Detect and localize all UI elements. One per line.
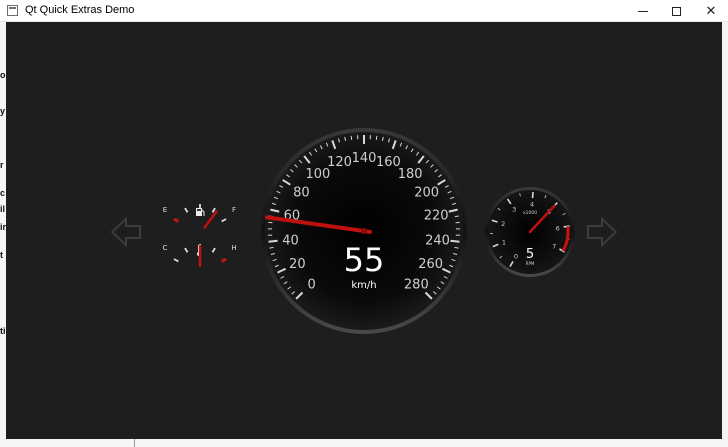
background-window-right (722, 22, 728, 447)
background-text-fragment: t (0, 250, 3, 260)
speed-tick-label: 200 (414, 186, 439, 201)
speed-minor-tick (375, 135, 378, 140)
gauge-tick (184, 207, 189, 213)
temperature-gauge: C H (163, 244, 237, 268)
previous-button[interactable] (110, 216, 141, 248)
background-text-fragment: ti (0, 326, 6, 336)
arrow-left-icon (110, 216, 141, 248)
fuel-empty-label: E (163, 206, 167, 214)
gauge-tick (184, 247, 189, 253)
fuel-pump-icon (196, 208, 205, 216)
rpm-readout: 5 (526, 247, 534, 262)
speed-tick-label: 40 (282, 233, 299, 248)
tachometer: 01234567 x1000 5 RPM (485, 187, 575, 277)
minimize-button[interactable] (626, 0, 660, 22)
tach-tick-label: 7 (552, 243, 556, 251)
tach-tick-label: 2 (501, 220, 505, 228)
tachometer-multiplier-label: x1000 (523, 210, 537, 216)
maximize-button[interactable] (659, 0, 693, 22)
tach-tick-label: 3 (512, 205, 516, 213)
fuel-full-label: F (232, 206, 236, 214)
window-titlebar: Qt Quick Extras Demo ✕ (0, 0, 728, 22)
speed-tick-label: 120 (327, 155, 352, 170)
tach-tick-label: 6 (556, 224, 560, 232)
speed-tick-label: 20 (289, 257, 306, 272)
speed-unit-label: km/h (351, 280, 376, 291)
speed-minor-tick (454, 215, 459, 218)
dashboard-canvas: E F C H 020406080100120 140 160180200220… (110, 128, 618, 334)
tach-tick-label: 4 (530, 201, 534, 209)
background-text-fragment: c (0, 188, 6, 198)
speed-tick-label: 140 (352, 151, 377, 166)
temp-cold-label: C (163, 244, 168, 252)
close-button[interactable]: ✕ (694, 0, 728, 22)
app-icon (7, 5, 18, 16)
speed-minor-tick (454, 246, 459, 249)
speed-minor-tick (350, 135, 353, 140)
background-text-fragment: r (0, 160, 4, 170)
speed-minor-tick (269, 246, 274, 249)
tach-tick-label: 1 (502, 239, 506, 247)
background-text-fragment: y (0, 106, 6, 116)
speedometer-hub (361, 228, 367, 234)
close-icon: ✕ (705, 3, 717, 19)
background-window-bottom (0, 439, 728, 447)
speed-tick-label: 80 (293, 186, 310, 201)
fuel-needle (203, 210, 218, 229)
background-text-fragment: o (0, 70, 6, 80)
gauge-tick (173, 217, 180, 223)
gauge-tick (220, 257, 227, 263)
arrow-right-icon (587, 216, 618, 248)
window-title: Qt Quick Extras Demo (25, 4, 135, 16)
fuel-gauge: E F (163, 204, 236, 229)
gauge-tick (221, 218, 227, 223)
speed-tick-label: 0 (308, 277, 316, 292)
speed-major-tick (268, 239, 278, 243)
speed-tick-label: 220 (424, 209, 449, 224)
dashboard-stage: E F C H 0 20 40 60 80 100 120 140 160 18… (6, 22, 722, 439)
speed-readout: 55 (344, 241, 385, 279)
speed-major-tick (450, 239, 460, 243)
gauge-tick (173, 258, 179, 263)
rpm-unit-label: RPM (526, 261, 535, 266)
temp-hot-label: H (231, 244, 236, 252)
speed-tick-label: 240 (425, 233, 450, 248)
speed-tick-label: 260 (418, 257, 443, 272)
maximize-icon (671, 6, 681, 16)
speed-tick-label: 280 (404, 277, 429, 292)
next-button[interactable] (587, 216, 618, 248)
gauge-tick (211, 207, 216, 213)
gauge-tick (211, 247, 216, 253)
speedometer: 020406080100120 140 160180200220240260280 … (261, 128, 467, 334)
tach-tick-label: 0 (514, 253, 518, 261)
minimize-icon (638, 10, 648, 12)
background-text-fragment: il (0, 204, 6, 214)
speed-tick-label: 180 (398, 167, 423, 182)
